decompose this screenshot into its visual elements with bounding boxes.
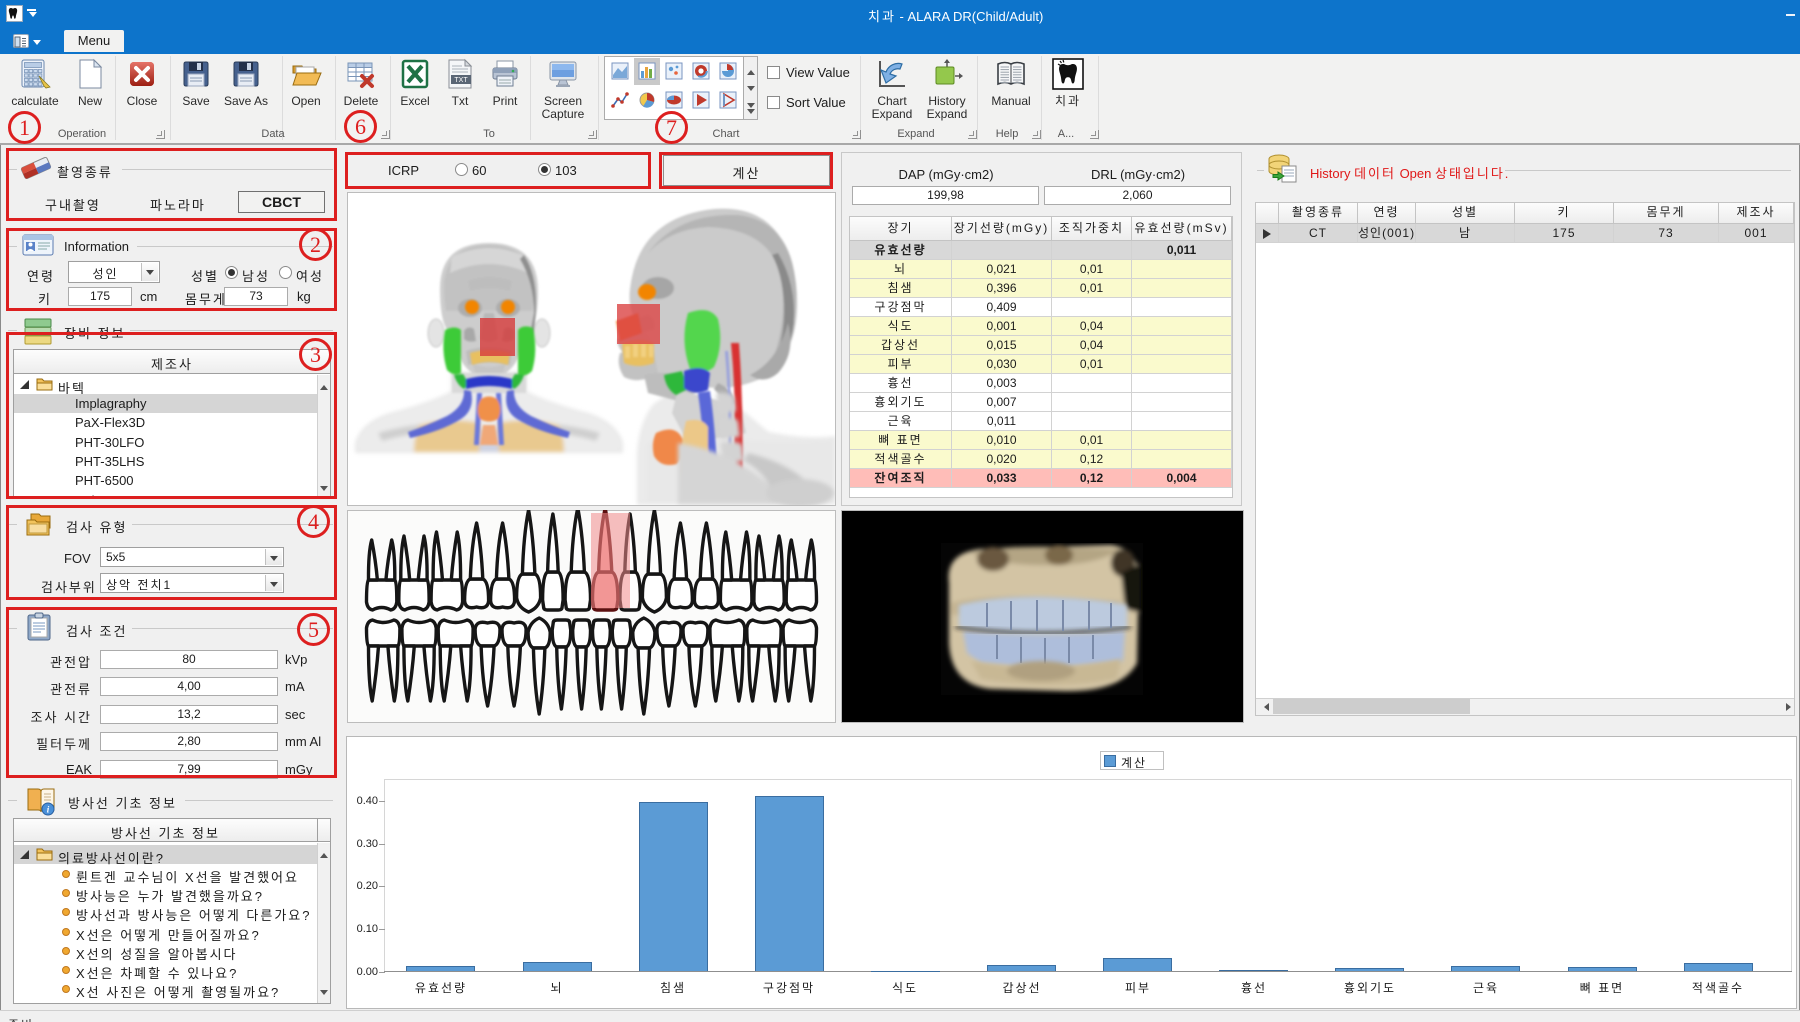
svg-text:TXT: TXT xyxy=(454,77,468,84)
